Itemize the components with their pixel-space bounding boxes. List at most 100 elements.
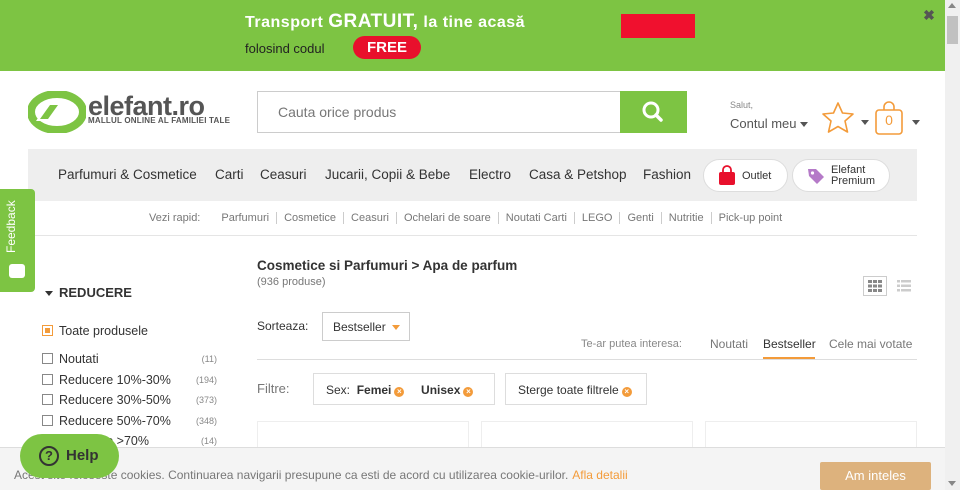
quick-link[interactable]: Noutati Carti (498, 212, 575, 224)
filter-option-label: Reducere 30%-50% (59, 393, 171, 407)
quick-link[interactable]: Nutritie (661, 212, 712, 224)
clear-filters-label: Sterge toate filtrele (518, 383, 619, 397)
nav-item-parfumuri[interactable]: Parfumuri & Cosmetice (58, 167, 197, 182)
list-view-icon[interactable] (896, 278, 912, 294)
filter-option-count: (373) (195, 395, 217, 405)
sort-selected-value: Bestseller (333, 320, 386, 334)
tab-cele-mai-votate[interactable]: Cele mai votate (829, 337, 912, 351)
filter-option[interactable]: Reducere 10%-30% (194) (42, 373, 220, 387)
nav-item-electro[interactable]: Electro (469, 167, 511, 182)
feedback-label: Feedback (4, 200, 18, 253)
page: Transport GRATUIT, la tine acasă folosin… (0, 0, 960, 490)
interest-label: Te-ar putea interesa: (581, 338, 682, 350)
checkbox-checked[interactable] (42, 325, 53, 336)
quick-link[interactable]: Ochelari de soare (396, 212, 499, 224)
sort-select[interactable]: Bestseller (322, 312, 410, 341)
quick-links: Vezi rapid: Parfumuri Cosmetice Ceasuri Oche… (149, 212, 789, 224)
wishlist-star-icon[interactable] (820, 100, 856, 136)
filter-option-label: Reducere 10%-30% (59, 373, 171, 387)
promo-subline: folosind codul (245, 41, 325, 56)
cookie-bar: Acest site foloseste cookies. Continuare… (0, 447, 945, 490)
site-logo[interactable]: elefant.ro MALLUL ONLINE AL FAMILIEI TAL… (28, 91, 238, 133)
promo-headline: Transport GRATUIT, la tine acasă (245, 11, 525, 33)
greeting-text: Salut, (730, 100, 754, 110)
account-link[interactable]: Contul meu (730, 116, 809, 131)
clear-filters-button[interactable]: Sterge toate filtrele × (505, 373, 647, 405)
promo-banner[interactable]: Transport GRATUIT, la tine acasă folosin… (0, 0, 945, 71)
help-button[interactable]: ? Help (20, 434, 119, 478)
checkbox[interactable] (42, 353, 53, 364)
category-nav: Parfumuri & Cosmetice Carti Ceasuri Juca… (28, 149, 917, 201)
breadcrumb[interactable]: Cosmetice si Parfumuri > Apa de parfum (257, 258, 517, 273)
nav-item-carti[interactable]: Carti (215, 167, 244, 182)
filter-option-count: (348) (195, 416, 217, 426)
premium-tag-icon (808, 169, 824, 184)
filter-option-label: Reducere 50%-70% (59, 414, 171, 428)
scroll-down-arrow-icon[interactable] (948, 481, 956, 486)
checkbox[interactable] (42, 415, 53, 426)
close-icon[interactable]: ✖ (922, 8, 936, 22)
scroll-thumb[interactable] (947, 16, 958, 44)
filters-label: Filtre: (257, 381, 290, 396)
search-input[interactable] (257, 91, 621, 133)
quick-link[interactable]: Ceasuri (344, 212, 397, 224)
outlet-label: Outlet (742, 170, 772, 182)
account-label: Contul meu (730, 116, 797, 131)
scroll-up-arrow-icon[interactable] (948, 3, 956, 8)
grid-view-button[interactable] (863, 276, 887, 296)
feedback-smile-icon (9, 264, 25, 278)
filter-option-all[interactable]: Toate produsele (42, 324, 220, 338)
search-icon (642, 101, 663, 122)
checkbox[interactable] (42, 394, 53, 405)
remove-filter-icon[interactable]: × (463, 387, 474, 397)
nav-item-jucarii[interactable]: Jucarii, Copii & Bebe (325, 167, 450, 182)
quick-link[interactable]: Pick-up point (712, 212, 790, 224)
tab-bestseller[interactable]: Bestseller (763, 337, 816, 351)
filter-option-label: Toate produsele (59, 324, 148, 338)
help-question-icon: ? (39, 446, 59, 466)
search-button[interactable] (620, 91, 687, 133)
quick-link[interactable]: LEGO (574, 212, 621, 224)
outlet-button[interactable]: Outlet (703, 159, 788, 192)
remove-filter-icon[interactable]: × (394, 387, 405, 397)
filter-key: Sex: (326, 383, 351, 397)
filter-option[interactable]: Reducere 30%-50% (373) (42, 393, 220, 407)
quick-link[interactable]: Parfumuri (214, 212, 278, 224)
filter-option[interactable]: Noutati (11) (42, 352, 220, 366)
sort-label: Sorteaza: (257, 319, 309, 333)
chevron-down-icon[interactable] (861, 120, 869, 125)
help-label: Help (66, 447, 99, 464)
promo-transport: Transport (245, 14, 324, 31)
tab-noutati[interactable]: Noutati (710, 337, 748, 351)
chevron-down-icon (392, 325, 400, 330)
logo-tagline: MALLUL ONLINE AL FAMILIEI TALE (88, 116, 231, 125)
quick-link[interactable]: Genti (620, 212, 662, 224)
checkbox[interactable] (42, 374, 53, 385)
cookie-details-link[interactable]: Afla detalii (572, 468, 627, 482)
premium-label-2: Premium (831, 175, 876, 187)
filter-option-count: (11) (201, 354, 217, 364)
filter-section-title[interactable]: REDUCERE (45, 285, 132, 300)
divider (28, 235, 917, 236)
quick-links-label: Vezi rapid: (149, 212, 201, 224)
clear-icon: × (621, 387, 632, 397)
product-count: (936 produse) (257, 276, 326, 288)
feedback-tab[interactable]: Feedback (0, 189, 35, 292)
nav-item-ceasuri[interactable]: Ceasuri (260, 167, 307, 182)
filter-option[interactable]: Reducere 50%-70% (348) (42, 414, 220, 428)
caret-down-icon (45, 291, 53, 297)
nav-item-casa[interactable]: Casa & Petshop (529, 167, 627, 182)
filter-option-label: Noutati (59, 352, 99, 366)
clear-filters-text: Sterge toate filtrele × (518, 383, 632, 397)
quick-link[interactable]: Cosmetice (277, 212, 345, 224)
chevron-down-icon[interactable] (912, 120, 920, 125)
account-menu[interactable]: Salut, Contul meu (730, 100, 809, 131)
filter-option-count: (194) (195, 375, 217, 385)
grid-icon (868, 280, 882, 292)
cookie-accept-button[interactable]: Am inteles (820, 462, 931, 490)
page-scrollbar[interactable] (945, 0, 960, 490)
nav-item-fashion[interactable]: Fashion (643, 167, 691, 182)
search-bar (257, 91, 687, 133)
filter-value-femei: Femei (356, 383, 392, 397)
premium-button[interactable]: Elefant Premium (792, 159, 890, 192)
